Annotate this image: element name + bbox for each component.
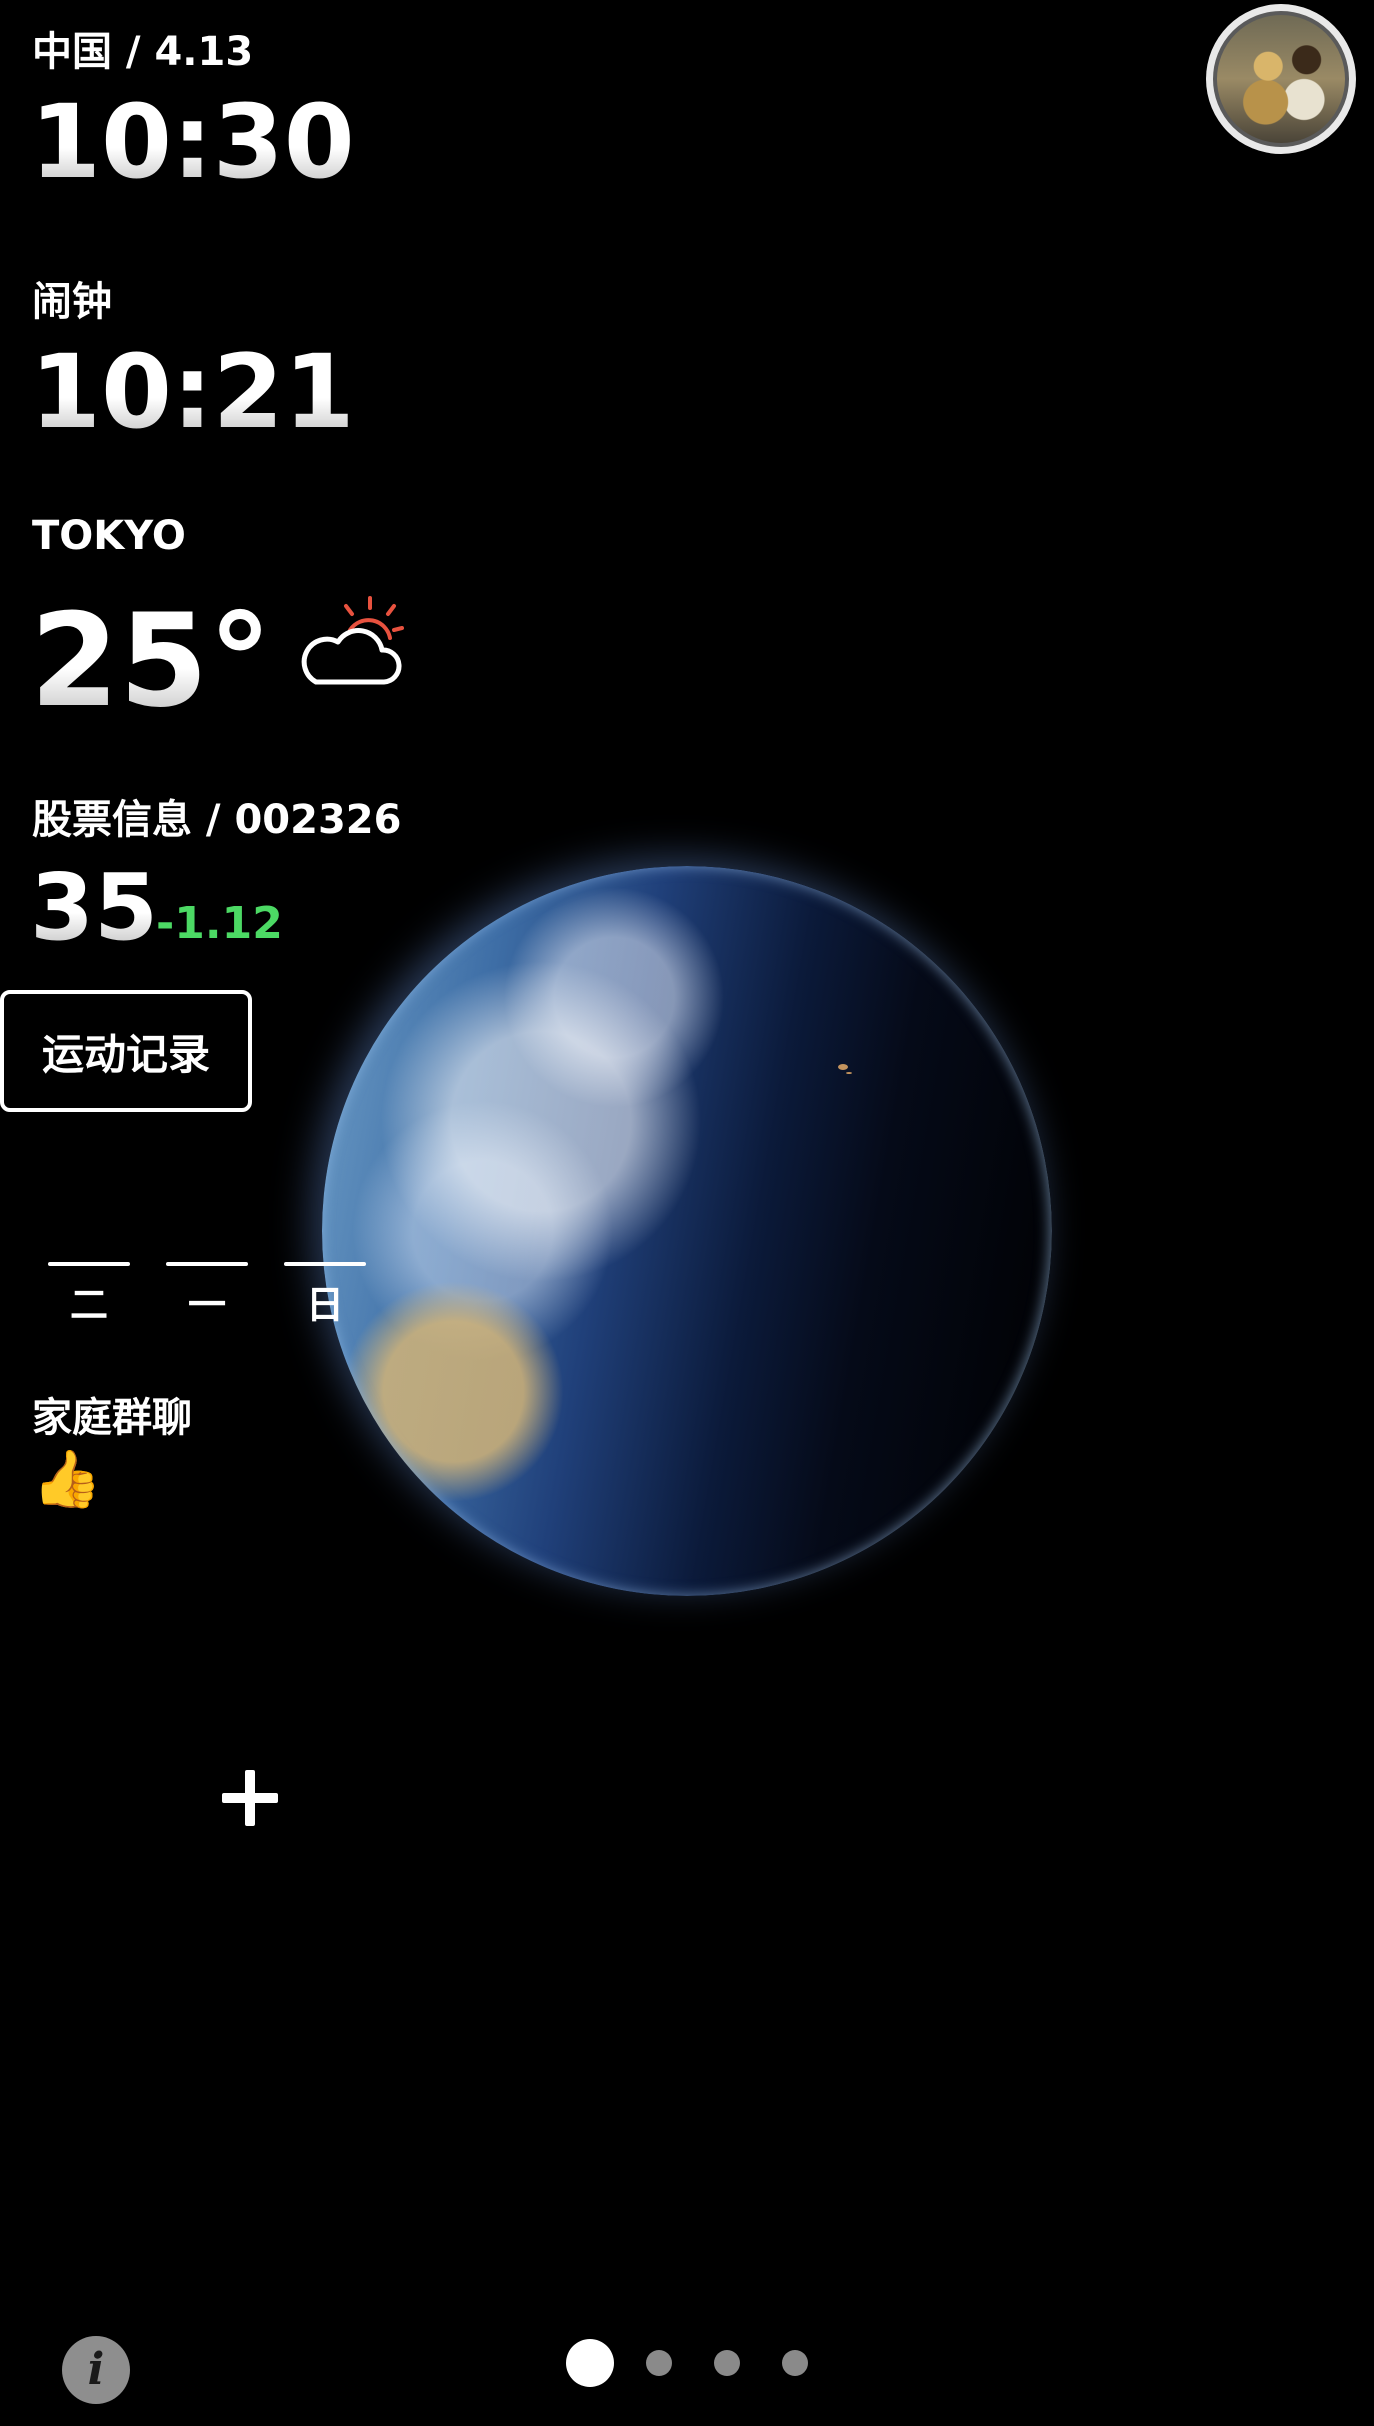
add-widget-button[interactable]	[222, 1770, 278, 1826]
day-label: 一	[187, 1283, 226, 1327]
stock-label: 股票信息 / 002326	[32, 797, 402, 843]
region-date-label: 中国 / 4.13	[32, 29, 254, 75]
avatar-image	[1213, 11, 1349, 147]
stock-price[interactable]: 35	[30, 862, 158, 954]
page-dot[interactable]	[714, 2350, 740, 2376]
partly-cloudy-sun-icon	[301, 596, 404, 685]
alarm-label: 闹钟	[32, 279, 112, 325]
current-time[interactable]: 10:30	[30, 92, 355, 194]
day-column[interactable]: 一	[166, 1262, 248, 1324]
stock-change: -1.12	[156, 898, 283, 949]
page-indicator	[566, 2338, 850, 2388]
day-label: 日	[305, 1283, 344, 1327]
day-column[interactable]: 日	[284, 1262, 366, 1324]
family-chat-label[interactable]: 家庭群聊	[32, 1398, 192, 1438]
day-activity-bar	[284, 1262, 366, 1266]
day-activity-bar	[48, 1262, 130, 1266]
avatar[interactable]	[1206, 4, 1356, 154]
day-column[interactable]: 二	[48, 1262, 130, 1324]
alarm-time[interactable]: 10:21	[30, 342, 355, 444]
thumbs-up-icon: 👍	[32, 1447, 102, 1512]
earth-city-lights	[838, 1064, 848, 1070]
day-label: 二	[69, 1283, 108, 1327]
weather-city: TOKYO	[32, 513, 186, 559]
page-dot-active[interactable]	[566, 2339, 614, 2387]
earth-image	[322, 866, 1052, 1596]
page-dot[interactable]	[646, 2350, 672, 2376]
page-dot[interactable]	[782, 2350, 808, 2376]
info-button[interactable]: i	[62, 2336, 130, 2404]
sport-record-button[interactable]: 运动记录	[0, 990, 252, 1112]
weather-temperature[interactable]: 25°	[30, 598, 272, 726]
day-activity-bar	[166, 1262, 248, 1266]
